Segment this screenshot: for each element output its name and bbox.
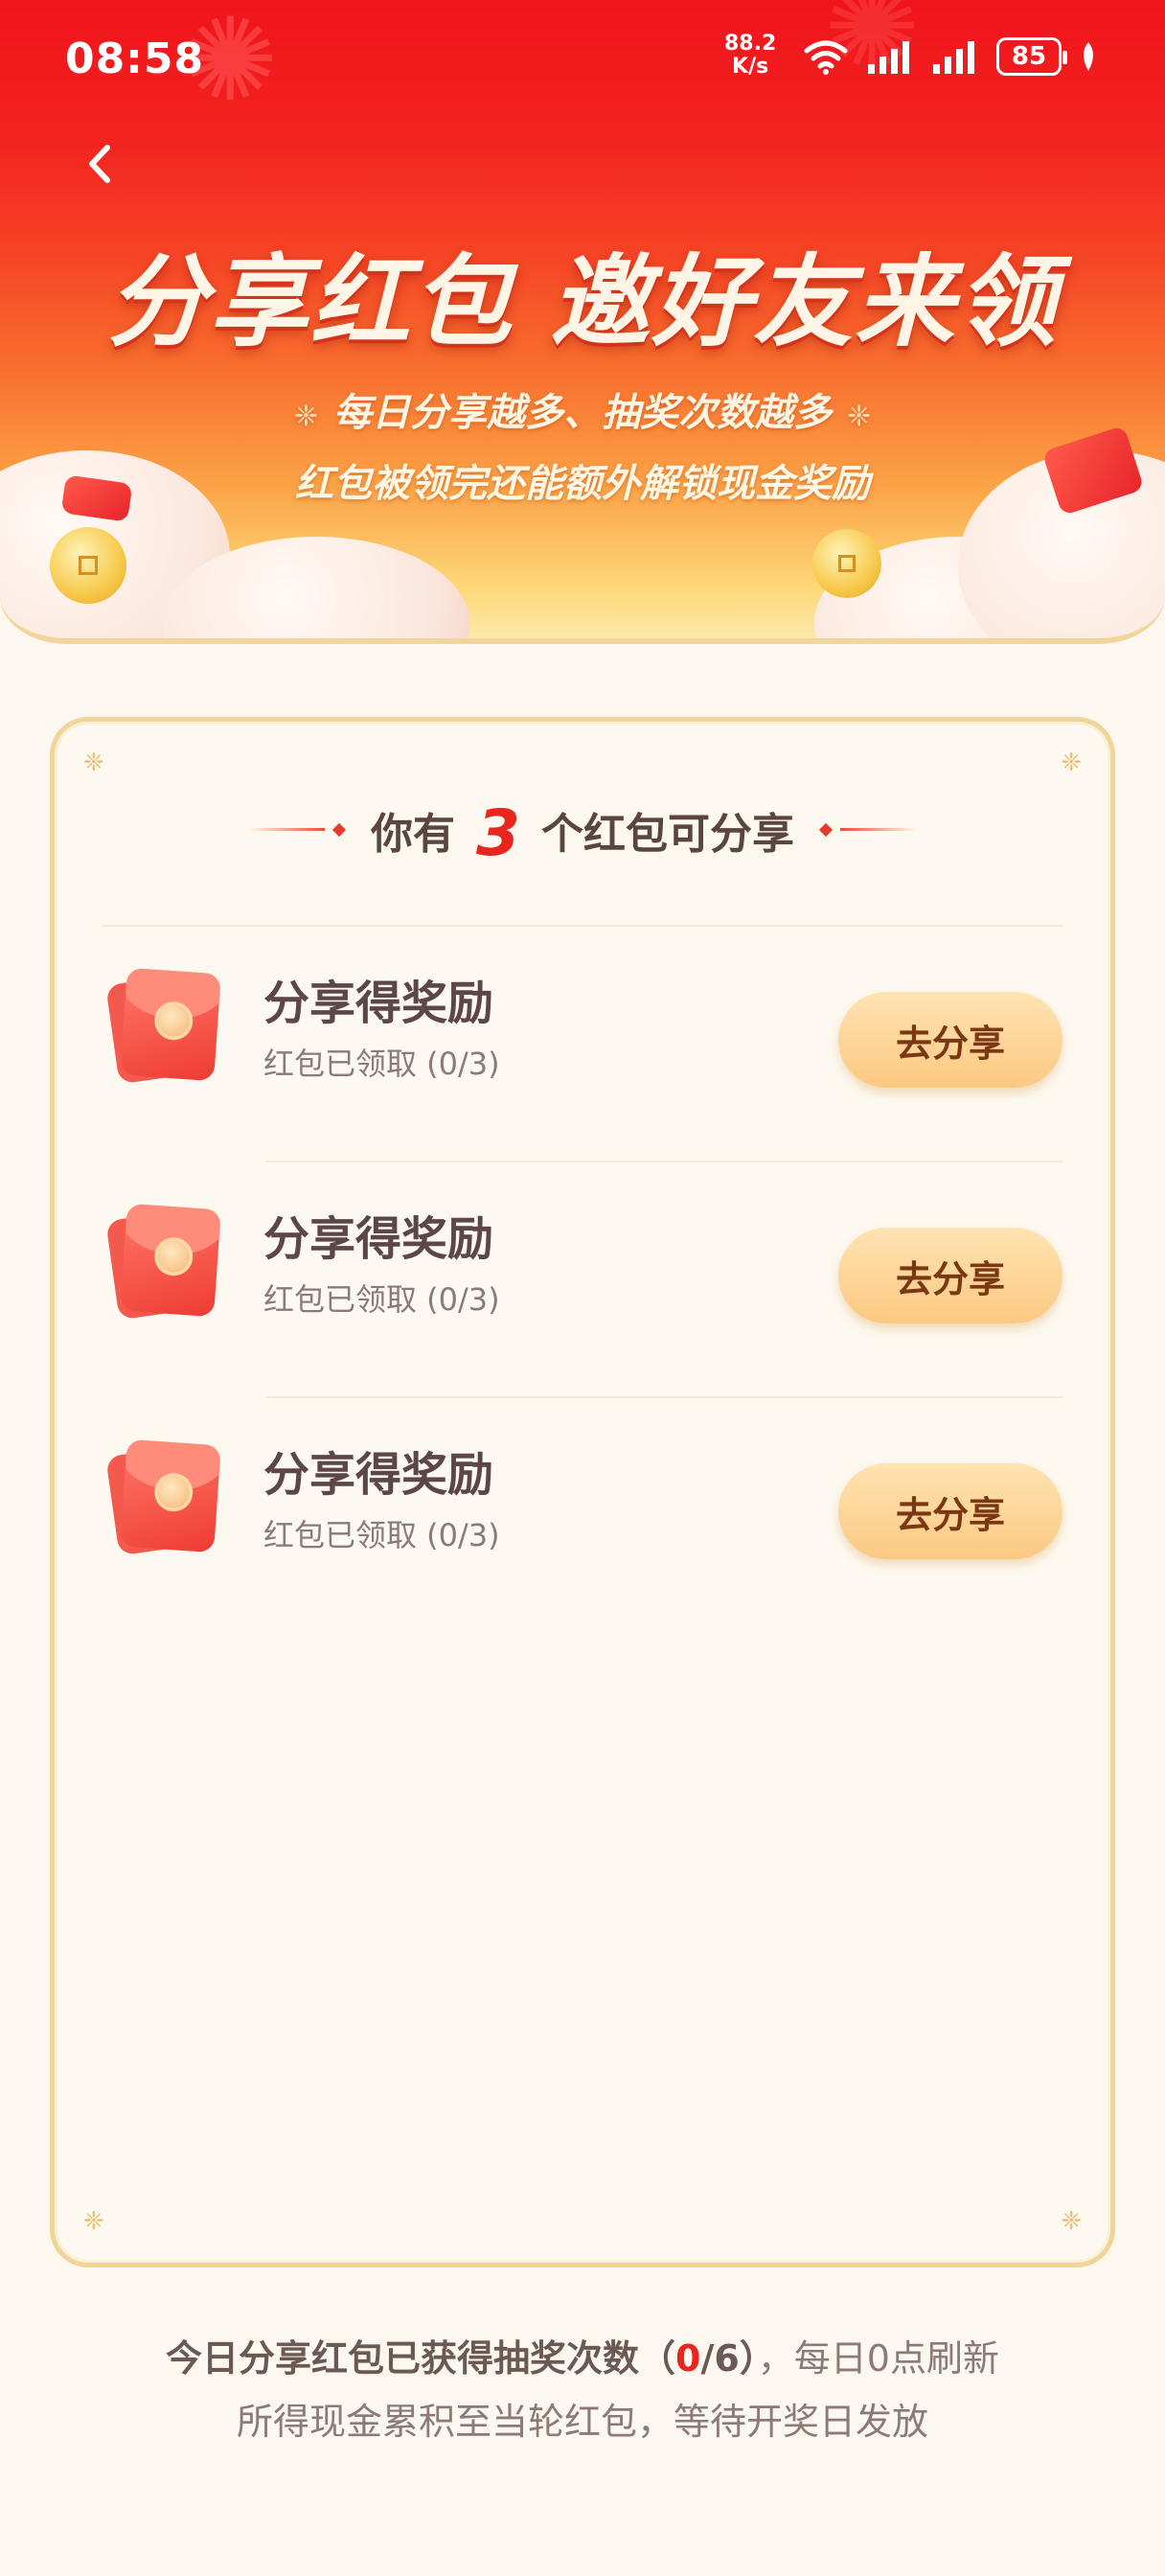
envelope-count: 3 — [476, 796, 520, 870]
item-status: 红包已领取 (0/3) — [263, 1517, 500, 1553]
item-title: 分享得奖励 — [263, 1212, 494, 1266]
clock: 08:58 — [65, 34, 205, 83]
heading-right-ornament — [839, 828, 917, 831]
share-button[interactable]: 去分享 — [838, 1228, 1062, 1323]
item-status: 红包已领取 (0/3) — [263, 1281, 500, 1318]
leaf-icon — [1084, 42, 1093, 71]
corner-ornament-icon: ❈ — [83, 748, 104, 777]
heading-left-ornament — [248, 828, 326, 831]
share-card: ❈ ❈ ❈ ❈ 你有 3 个红包可分享 分享得奖励 红包已领取 (0/3) 去分… — [50, 717, 1115, 2267]
corner-ornament-icon: ❈ — [83, 2207, 104, 2236]
wifi-icon — [804, 40, 848, 75]
battery-icon: 85 — [996, 37, 1067, 76]
coin-decoration — [50, 527, 126, 604]
share-button[interactable]: 去分享 — [838, 1463, 1062, 1559]
footer-note-line1: 今日分享红包已获得抽奖次数（0/6），每日0点刷新 — [166, 2337, 999, 2380]
red-envelope-icon — [105, 1438, 221, 1556]
card-heading: 你有 3 个红包可分享 — [55, 793, 1110, 870]
sparkle-icon: ❈ — [293, 400, 318, 433]
share-button[interactable]: 去分享 — [838, 992, 1062, 1088]
item-status: 红包已领取 (0/3) — [263, 1046, 500, 1082]
list-item: 分享得奖励 红包已领取 (0/3) 去分享 — [55, 1162, 1110, 1398]
red-envelope-icon — [105, 967, 221, 1085]
item-title: 分享得奖励 — [263, 977, 494, 1030]
header-banner: ✺ ✺ 08:58 88.2 K/s 85 分享红包 邀好友来领 ❈ 每日分享越… — [0, 0, 1165, 642]
signal-icon — [933, 41, 974, 74]
list-item: 分享得奖励 红包已领取 (0/3) 去分享 — [55, 927, 1110, 1162]
back-arrow-icon[interactable] — [79, 140, 126, 188]
list-item: 分享得奖励 红包已领取 (0/3) 去分享 — [55, 1398, 1110, 1634]
banner-subtitle-line2: 红包被领完还能额外解锁现金奖励 — [295, 462, 870, 506]
signal-icon — [868, 41, 909, 74]
status-bar: 08:58 88.2 K/s 85 — [0, 0, 1165, 115]
banner-title: 分享红包 邀好友来领 — [106, 243, 1059, 360]
banner-subtitle-line1: ❈ 每日分享越多、抽奖次数越多 ❈ — [293, 391, 872, 435]
status-icons: 85 — [803, 33, 1098, 80]
red-envelope-icon — [105, 1203, 221, 1321]
footer-note-line2: 所得现金累积至当轮红包，等待开奖日发放 — [236, 2401, 928, 2443]
network-speed: 88.2 K/s — [724, 32, 777, 79]
corner-ornament-icon: ❈ — [1061, 748, 1082, 777]
coin-decoration — [812, 529, 881, 598]
sparkle-icon: ❈ — [847, 400, 872, 433]
corner-ornament-icon: ❈ — [1061, 2207, 1082, 2236]
item-title: 分享得奖励 — [263, 1448, 494, 1502]
draw-count: 0 — [675, 2337, 701, 2380]
